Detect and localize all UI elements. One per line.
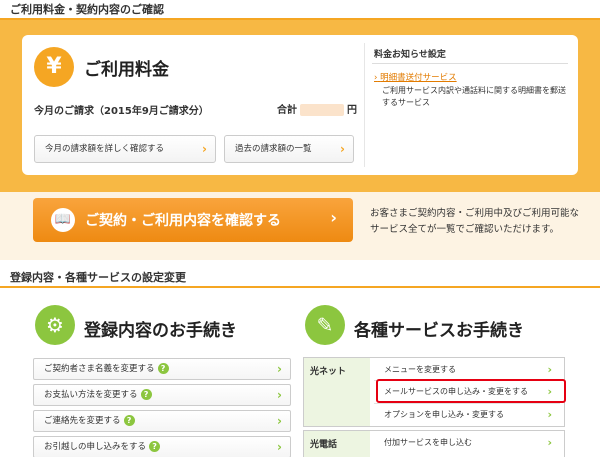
- additional-service-label: 付加サービスを申し込む: [384, 438, 472, 447]
- detail-bill-button[interactable]: 今月の請求額を詳しく確認する ›: [34, 135, 216, 163]
- usage-title: ご利用料金: [84, 60, 169, 80]
- total-label: 合計: [277, 105, 297, 116]
- chevron-right-icon: ›: [330, 208, 337, 227]
- detail-bill-label: 今月の請求額を詳しく確認する: [45, 144, 165, 154]
- row-divider: [374, 403, 560, 404]
- chevron-right-icon: ›: [277, 440, 282, 454]
- view-contract-button[interactable]: 📖 ご契約・ご利用内容を確認する ›: [33, 198, 353, 242]
- total-amount-masked: [300, 104, 344, 116]
- chevron-right-icon: ›: [277, 362, 282, 376]
- chevron-right-icon: ›: [202, 142, 207, 156]
- section-title-usage: ご利用料金・契約内容のご確認: [0, 0, 600, 20]
- moving-application-button[interactable]: お引越しの申し込みをする? ›: [33, 436, 291, 457]
- bill-period-label: 今月のご請求（2015年9月ご請求分）: [34, 106, 209, 117]
- yen-icon: ¥: [34, 47, 74, 87]
- help-icon[interactable]: ?: [140, 389, 152, 400]
- change-holder-name-label: ご契約者さま名義を変更する: [44, 364, 155, 374]
- change-menu-button[interactable]: メニューを変更する ›: [374, 361, 558, 379]
- chevron-right-icon: ›: [547, 408, 552, 421]
- help-icon[interactable]: ?: [123, 415, 135, 426]
- hikari-net-category: 光ネット: [304, 358, 370, 426]
- change-contact-button[interactable]: ご連絡先を変更する? ›: [33, 410, 291, 432]
- change-payment-method-button[interactable]: お支払い方法を変更する? ›: [33, 384, 291, 406]
- change-payment-method-label: お支払い方法を変更する: [44, 390, 138, 400]
- option-service-label: オプションを申し込み・変更する: [384, 410, 504, 419]
- section-title-settings: 登録内容・各種サービスの設定変更: [0, 268, 600, 288]
- bill-history-button[interactable]: 過去の請求額の一覧 ›: [224, 135, 354, 163]
- total-unit: 円: [347, 105, 357, 116]
- form-icon: ✎: [305, 305, 345, 345]
- chevron-right-icon: ›: [547, 436, 552, 449]
- help-icon[interactable]: ?: [149, 441, 161, 452]
- change-holder-name-button[interactable]: ご契約者さま名義を変更する? ›: [33, 358, 291, 380]
- usage-card: ¥ ご利用料金 今月のご請求（2015年9月ご請求分） 合計 円 今月の請求額を詳…: [22, 35, 578, 175]
- chevron-right-icon: ›: [340, 142, 345, 156]
- total-amount: 合計 円: [277, 101, 357, 116]
- contract-description: お客さまご契約内容・ご利用中及びご利用可能なサービス全てが一覧でご確認いただけま…: [370, 208, 580, 235]
- chevron-right-icon: ›: [277, 414, 282, 428]
- card-divider: [364, 43, 365, 167]
- notice-heading: 料金お知らせ設定: [374, 50, 446, 60]
- statement-service-link[interactable]: › 明細書送付サービス: [374, 71, 457, 83]
- services-title: 各種サービスお手続き: [354, 321, 524, 341]
- chevron-right-icon: ›: [547, 363, 552, 376]
- registration-title: 登録内容のお手続き: [84, 321, 237, 341]
- change-menu-label: メニューを変更する: [384, 365, 456, 374]
- hikari-phone-group: 光電話 付加サービスを申し込む ›: [303, 430, 565, 457]
- chevron-right-icon: ›: [277, 388, 282, 402]
- chevron-right-icon: ›: [374, 73, 378, 83]
- notice-description: ご利用サービス内訳や通話料に関する明細書を郵送するサービス: [382, 86, 566, 107]
- change-contact-label: ご連絡先を変更する: [44, 416, 121, 426]
- help-icon[interactable]: ?: [157, 363, 169, 374]
- moving-application-label: お引越しの申し込みをする: [44, 442, 147, 452]
- notice-divider: [372, 63, 568, 64]
- bill-history-label: 過去の請求額の一覧: [235, 144, 312, 154]
- additional-service-button[interactable]: 付加サービスを申し込む ›: [374, 434, 558, 452]
- hikari-phone-category: 光電話: [304, 431, 370, 457]
- view-contract-label: ご契約・ご利用内容を確認する: [85, 213, 281, 229]
- book-icon: 📖: [51, 208, 75, 232]
- gear-icon: ⚙: [35, 305, 75, 345]
- mail-service-highlight: [376, 379, 566, 403]
- option-service-button[interactable]: オプションを申し込み・変更する ›: [374, 406, 558, 424]
- statement-service-link-label[interactable]: 明細書送付サービス: [380, 73, 457, 83]
